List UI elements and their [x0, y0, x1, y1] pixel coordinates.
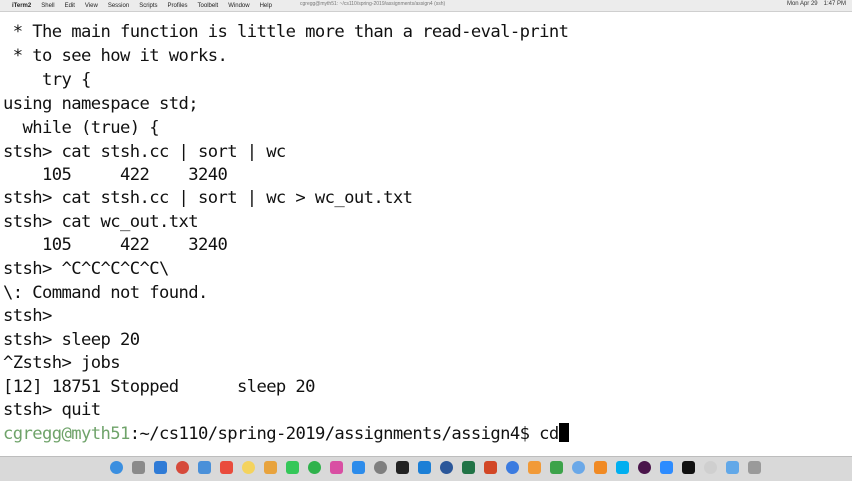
terminal-line: * to see how it works. [3, 46, 228, 66]
finder-icon[interactable] [110, 461, 123, 474]
trash-icon[interactable] [748, 461, 761, 474]
terminal-line: stsh> cat stsh.cc | sort | wc [3, 142, 286, 162]
preview-icon[interactable] [572, 461, 585, 474]
status-area: Mon Apr 29 1:47 PM [787, 1, 846, 7]
mail-icon[interactable] [198, 461, 211, 474]
menu-edit[interactable]: Edit [65, 3, 75, 9]
terminal-line: using namespace std; [3, 94, 199, 114]
powerpoint-icon[interactable] [484, 461, 497, 474]
terminal-line: stsh> cat stsh.cc | sort | wc > wc_out.t… [3, 188, 413, 208]
terminal-line: try { [3, 70, 91, 90]
terminal-line: stsh> [3, 306, 52, 326]
terminal-line: [12] 18751 Stopped sleep 20 [3, 377, 316, 397]
menu-bar: iTerm2 Shell Edit View Session Scripts P… [0, 0, 852, 12]
menu-session[interactable]: Session [108, 3, 129, 9]
chrome-icon[interactable] [176, 461, 189, 474]
text-cursor [558, 423, 569, 442]
terminal-line: stsh> sleep 20 [3, 330, 140, 350]
prompt-path: :~/cs110/spring-2019/assignments/assign4… [129, 424, 540, 444]
facetime-icon[interactable] [308, 461, 321, 474]
excel-icon[interactable] [462, 461, 475, 474]
terminal-line: stsh> ^C^C^C^C^C\ [3, 259, 169, 279]
status-clock[interactable]: 1:47 PM [824, 1, 846, 7]
numbers-icon[interactable] [550, 461, 563, 474]
zoom-icon[interactable] [660, 461, 673, 474]
terminal-line: stsh> quit [3, 400, 101, 420]
iterm-icon[interactable] [682, 461, 695, 474]
notes-icon[interactable] [242, 461, 255, 474]
launchpad-icon[interactable] [132, 461, 145, 474]
photos-icon[interactable] [264, 461, 277, 474]
terminal-line: 105 422 3240 [3, 165, 228, 185]
terminal-line: 105 422 3240 [3, 235, 228, 255]
folder-icon[interactable] [726, 461, 739, 474]
terminal-icon[interactable] [396, 461, 409, 474]
terminal-pane[interactable]: * The main function is little more than … [0, 12, 852, 455]
vlc-icon[interactable] [594, 461, 607, 474]
xcode-icon[interactable] [418, 461, 431, 474]
menu-profiles[interactable]: Profiles [168, 3, 188, 9]
terminal-line: stsh> cat wc_out.txt [3, 212, 199, 232]
status-date[interactable]: Mon Apr 29 [787, 1, 818, 7]
pages-icon[interactable] [528, 461, 541, 474]
textedit-icon[interactable] [704, 461, 717, 474]
terminal-line: * The main function is little more than … [3, 22, 569, 42]
calendar-icon[interactable] [220, 461, 233, 474]
keynote-icon[interactable] [506, 461, 519, 474]
menu-toolbelt[interactable]: Toolbelt [198, 3, 219, 9]
prompt-user-host: cgregg@myth51 [3, 424, 130, 444]
app-store-icon[interactable] [352, 461, 365, 474]
menu-view[interactable]: View [85, 3, 98, 9]
menu-scripts[interactable]: Scripts [139, 3, 157, 9]
window-title: cgregg@myth51: ~/cs110/spring-2019/assig… [300, 1, 446, 7]
shell-prompt-line[interactable]: cgregg@myth51:~/cs110/spring-2019/assign… [3, 422, 569, 446]
itunes-icon[interactable] [330, 461, 343, 474]
menu-help[interactable]: Help [260, 3, 272, 9]
word-icon[interactable] [440, 461, 453, 474]
messages-icon[interactable] [286, 461, 299, 474]
slack-icon[interactable] [638, 461, 651, 474]
safari-icon[interactable] [154, 461, 167, 474]
terminal-line: \: Command not found. [3, 283, 208, 303]
menu-shell[interactable]: Shell [41, 3, 54, 9]
terminal-line: ^Zstsh> jobs [3, 353, 121, 373]
terminal-line: while (true) { [3, 118, 159, 138]
menu-window[interactable]: Window [228, 3, 249, 9]
menu-iterm2[interactable]: iTerm2 [12, 3, 31, 9]
skype-icon[interactable] [616, 461, 629, 474]
system-preferences-icon[interactable] [374, 461, 387, 474]
prompt-input[interactable]: cd [539, 424, 559, 444]
dock [0, 456, 852, 481]
